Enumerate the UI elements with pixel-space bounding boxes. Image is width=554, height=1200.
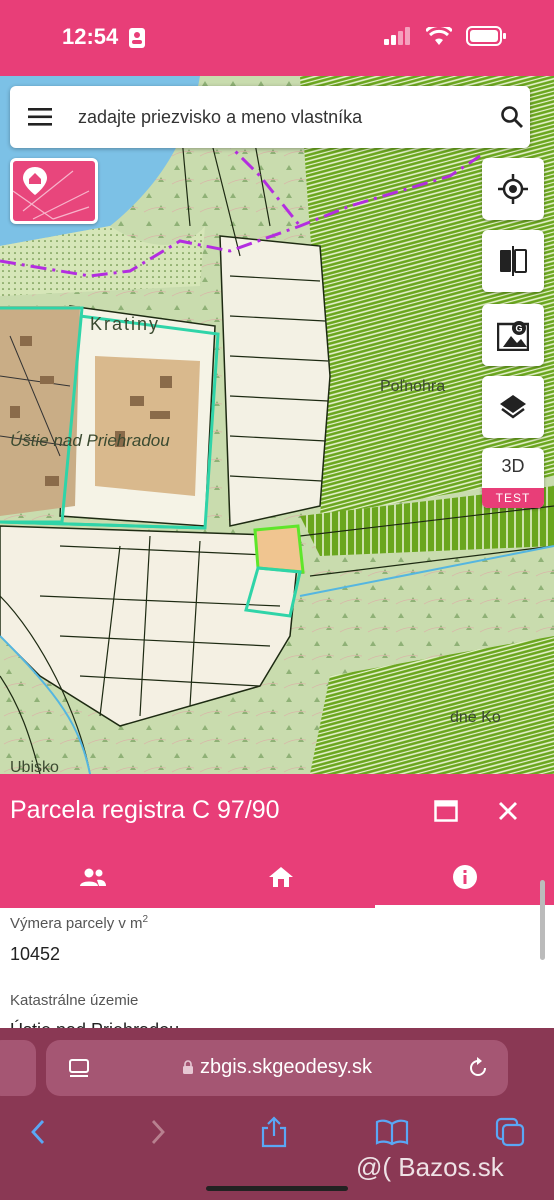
- panel-tabs: [0, 846, 554, 908]
- basemap-thumbnail-icon: [13, 167, 90, 220]
- back-button[interactable]: [18, 1112, 58, 1152]
- book-icon: [375, 1119, 409, 1146]
- share-icon: [261, 1116, 287, 1148]
- svg-text:G: G: [516, 324, 523, 334]
- layers-button[interactable]: [482, 376, 544, 438]
- map-label-ubisko: Ubisko: [10, 759, 59, 774]
- info-icon: [452, 865, 477, 889]
- map-label-kosariska: dné Ko: [450, 709, 501, 726]
- panel-scrollbar[interactable]: [540, 880, 545, 960]
- url-display[interactable]: zbgis.skgeodesy.sk: [46, 1056, 508, 1079]
- tab-info[interactable]: [375, 846, 554, 908]
- maximize-icon[interactable]: [434, 800, 458, 822]
- layers-icon: [500, 395, 526, 419]
- my-location-button[interactable]: [482, 158, 544, 220]
- parcel-info-panel[interactable]: Výmera parcely v m2 10452 Katastrálne úz…: [0, 908, 554, 1028]
- field-value-area: 10452: [10, 944, 61, 964]
- compare-button[interactable]: [482, 230, 544, 292]
- back-icon: [31, 1120, 45, 1144]
- google-maps-button[interactable]: G: [482, 304, 544, 366]
- reload-icon[interactable]: [466, 1056, 490, 1080]
- compare-icon: [500, 246, 527, 276]
- crosshair-icon: [498, 174, 528, 204]
- field-label-cadastral-area: Katastrálne územie: [10, 992, 139, 1009]
- field-label-area: Výmera parcely v m2: [10, 914, 149, 932]
- forward-button[interactable]: [138, 1112, 178, 1152]
- forward-icon: [151, 1120, 165, 1144]
- tabs-button[interactable]: [490, 1112, 530, 1152]
- wifi-icon: [426, 27, 452, 45]
- contact-card-icon: [129, 28, 145, 48]
- panel-title: Parcela registra C 97/90: [10, 796, 280, 824]
- map-label-polnohra: Poľnohra: [380, 378, 445, 395]
- battery-icon: [466, 26, 506, 46]
- basemap-switcher[interactable]: [10, 158, 98, 224]
- search-icon[interactable]: [500, 105, 524, 129]
- 3d-button[interactable]: 3D TEST: [482, 448, 544, 508]
- search-input[interactable]: zadajte priezvisko a meno vlastníka: [78, 107, 362, 128]
- people-icon: [79, 868, 106, 886]
- lock-icon: [183, 1060, 194, 1074]
- home-indicator: [206, 1186, 348, 1191]
- share-button[interactable]: [254, 1112, 294, 1152]
- home-icon: [268, 867, 293, 887]
- parcel-panel-header: Parcela registra C 97/90: [0, 774, 554, 846]
- tabs-icon: [495, 1117, 525, 1147]
- signal-icon: [384, 27, 410, 45]
- map-label-ustie: Úštie nad Priehradou: [10, 431, 170, 450]
- tab-property[interactable]: [188, 846, 373, 908]
- 3d-label: 3D: [501, 456, 525, 476]
- map-label-kratiny: Kratiny: [90, 314, 160, 334]
- tab-owners[interactable]: [0, 846, 185, 908]
- test-badge: TEST: [482, 488, 544, 508]
- field-value-cadastral-area: Ústie nad Priehradou: [10, 1020, 179, 1028]
- bookmarks-button[interactable]: [372, 1112, 412, 1152]
- close-icon[interactable]: [498, 801, 518, 821]
- address-bar[interactable]: zbgis.skgeodesy.sk: [46, 1040, 508, 1096]
- status-time: 12:54: [62, 24, 119, 49]
- status-bar: 12:54: [0, 0, 554, 76]
- browser-toolbar: [0, 1108, 554, 1158]
- previous-tab-preview[interactable]: [0, 1040, 36, 1096]
- menu-icon[interactable]: [28, 106, 52, 128]
- search-bar[interactable]: zadajte priezvisko a meno vlastníka: [10, 86, 530, 148]
- watermark: @( Bazos.sk: [356, 1152, 504, 1182]
- google-maps-icon: G: [497, 321, 529, 351]
